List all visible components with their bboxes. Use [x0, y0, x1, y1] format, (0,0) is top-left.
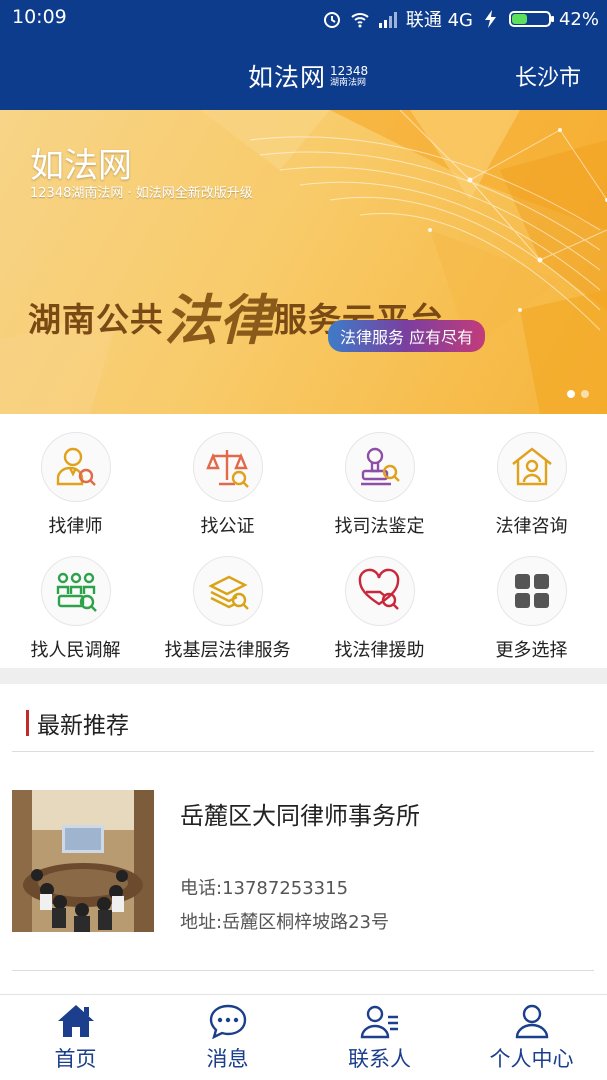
logo-sub: 12348 湖南法网: [330, 65, 368, 88]
service-find-notary[interactable]: 找公证: [152, 414, 303, 537]
banner-dot[interactable]: [581, 390, 589, 398]
app-logo: 如法网 12348 湖南法网: [248, 58, 368, 94]
city-selector[interactable]: 长沙市: [515, 60, 581, 92]
service-icon-wrap: [41, 432, 111, 502]
contacts-icon: [360, 1005, 398, 1039]
stamp-icon: [361, 447, 400, 486]
heart-hand-icon: [358, 568, 400, 610]
service-label: 找基层法律服务: [164, 640, 291, 661]
house-person-icon: [512, 447, 552, 486]
promo-banner[interactable]: 如法网 12348湖南法网 · 如法网全新改版升级 湖南公共法律服务云平台 法律…: [0, 110, 607, 414]
office-photo-image: [12, 790, 154, 932]
tab-label: 消息: [206, 1047, 249, 1071]
documents-icon: [208, 575, 249, 610]
section-title: 最新推荐: [37, 713, 129, 739]
logo-text: 如法网: [248, 63, 327, 92]
divider-line: [12, 970, 594, 971]
service-legal-consult[interactable]: 法律咨询: [456, 414, 607, 537]
wifi-icon: [351, 13, 369, 28]
recommend-phone[interactable]: 电话:13787253315: [180, 874, 348, 900]
home-icon: [58, 1005, 94, 1037]
service-label: 法律咨询: [495, 516, 568, 537]
service-label: 找人民调解: [30, 640, 121, 661]
banner-pagination: [567, 390, 589, 398]
more-grid-icon: [515, 574, 549, 608]
service-label: 更多选择: [495, 640, 568, 661]
tab-profile[interactable]: 个人中心: [456, 995, 607, 1080]
banner-logo: 如法网: [30, 146, 132, 186]
service-find-forensic[interactable]: 找司法鉴定: [304, 414, 455, 537]
lawyer-icon: [56, 447, 96, 486]
battery-icon: [508, 11, 554, 27]
message-icon: [209, 1004, 247, 1039]
tab-label: 联系人: [348, 1047, 411, 1071]
recommend-name: 岳麓区大同律师事务所: [180, 802, 420, 830]
service-find-lawyer[interactable]: 找律师: [0, 414, 151, 537]
service-icon-wrap: [497, 432, 567, 502]
banner-title-pre: 湖南公共: [28, 300, 164, 339]
people-icon: [56, 572, 97, 612]
signal-icon: [378, 12, 397, 28]
profile-icon: [515, 1004, 549, 1039]
service-icon-wrap: [41, 556, 111, 626]
service-label: 找司法鉴定: [334, 516, 425, 537]
status-right: 联通 4G 42%: [322, 6, 599, 32]
service-find-mediation[interactable]: 找人民调解: [0, 538, 151, 661]
battery-fill: [511, 14, 527, 24]
service-label: 找公证: [200, 516, 255, 537]
banner-pill: 法律服务 应有尽有: [328, 320, 486, 352]
logo-subtitle: 湖南法网: [330, 77, 367, 88]
tab-label: 个人中心: [489, 1047, 574, 1071]
service-label: 找律师: [48, 516, 103, 537]
top-bar: 10:09 联通 4G 42% 如法网 12348 湖南法网 长沙市: [0, 0, 607, 110]
logo-number: 12348: [330, 63, 369, 78]
section-accent-bar: [26, 710, 29, 736]
service-icon-wrap: [345, 432, 415, 502]
tab-contacts[interactable]: 联系人: [304, 995, 455, 1080]
tab-label: 首页: [54, 1047, 97, 1071]
service-label: 找法律援助: [334, 640, 425, 661]
service-more[interactable]: 更多选择: [456, 538, 607, 661]
banner-dot[interactable]: [567, 390, 575, 398]
service-find-grassroots[interactable]: 找基层法律服务: [152, 538, 303, 661]
service-icon-wrap: [193, 432, 263, 502]
carrier-label: 联通 4G: [405, 10, 473, 31]
section-divider: [0, 668, 607, 684]
section-header: 最新推荐: [26, 706, 129, 740]
bottom-nav: 首页 消息 联系人 个人中心: [0, 994, 607, 1080]
service-icon-wrap: [345, 556, 415, 626]
service-find-legal-aid[interactable]: 找法律援助: [304, 538, 455, 661]
scales-icon: [206, 450, 249, 488]
charging-icon: [484, 10, 496, 28]
recommend-address: 地址:岳麓区桐梓坡路23号: [180, 912, 389, 933]
tab-messages[interactable]: 消息: [152, 995, 303, 1080]
battery-percent: 42%: [558, 8, 599, 30]
tab-home[interactable]: 首页: [0, 995, 151, 1080]
banner-title-big: 法律: [164, 288, 274, 352]
banner-caption: 12348湖南法网 · 如法网全新改版升级: [30, 186, 253, 201]
service-icon-wrap: [497, 556, 567, 626]
service-icon-wrap: [193, 556, 263, 626]
status-bar: 10:09 联通 4G 42%: [0, 0, 607, 36]
office-photo: [12, 790, 154, 932]
divider-line: [12, 751, 594, 752]
services-grid: 找律师 找公证 找司法鉴定 法律咨询 找人民调解 找基层法律服务 找法律援助 更…: [0, 414, 607, 668]
alarm-icon: [323, 12, 340, 28]
recommend-card[interactable]: 岳麓区大同律师事务所 电话:13787253315 地址:岳麓区桐梓坡路23号: [12, 790, 594, 935]
status-time: 10:09: [12, 6, 67, 28]
